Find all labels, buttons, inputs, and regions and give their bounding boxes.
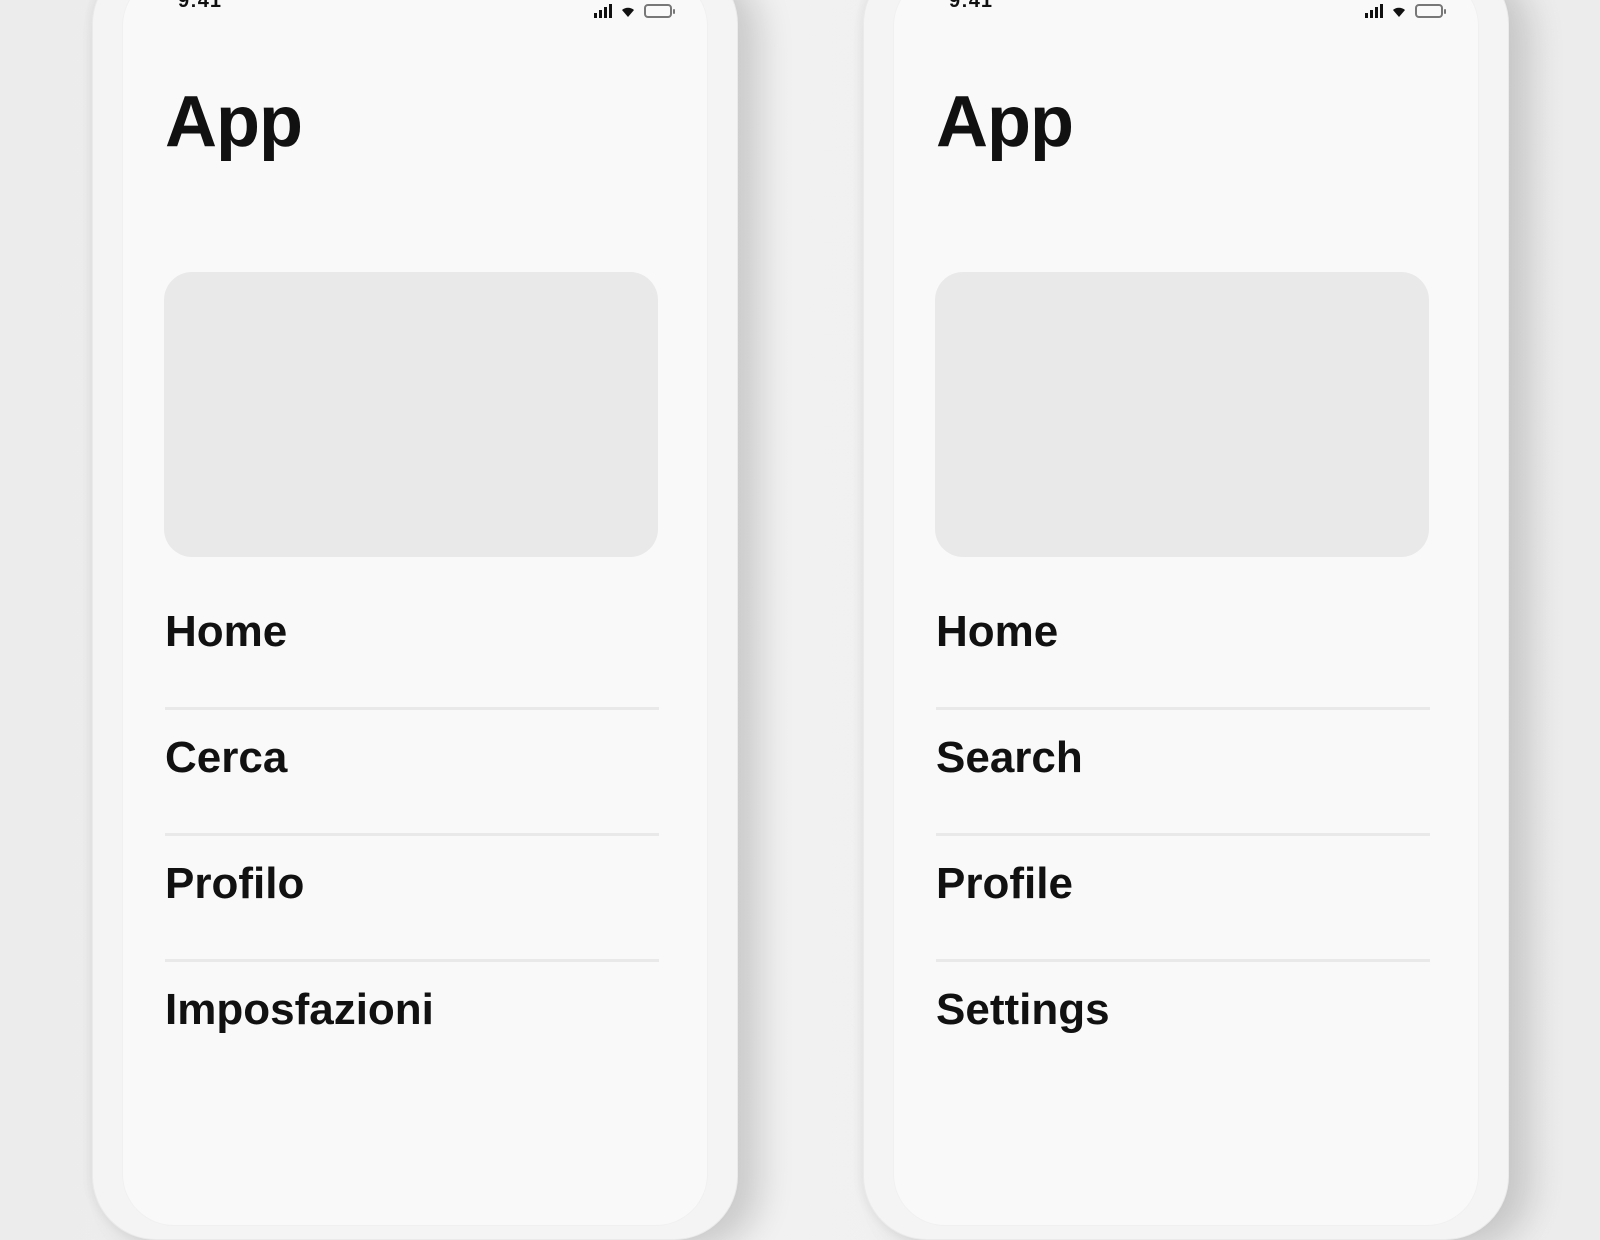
- menu-item-label: Profilo: [165, 859, 305, 908]
- battery-icon: [644, 4, 675, 18]
- phone-screen: 9:41 App Home Search Profile Settings: [893, 0, 1479, 1226]
- signal-icon: [1365, 4, 1383, 18]
- signal-icon: [594, 4, 612, 18]
- status-bar: 9:41: [893, 0, 1479, 18]
- status-time: 9:41: [949, 0, 994, 12]
- menu-item-label: Home: [165, 607, 288, 656]
- menu-item-profile[interactable]: Profile: [936, 836, 1430, 962]
- wifi-icon: [1391, 6, 1407, 18]
- menu-list: Home Search Profile Settings: [936, 584, 1430, 1088]
- menu-item-label: Settings: [936, 985, 1110, 1034]
- phone-mockup-italian: 9:41 App Home Cerca Profilo Imposfazioni: [92, 0, 738, 1240]
- menu-item-label: Search: [936, 733, 1083, 782]
- status-icons: [1365, 4, 1446, 18]
- app-title: App: [936, 82, 1074, 162]
- menu-item-profile[interactable]: Profilo: [165, 836, 659, 962]
- menu-list: Home Cerca Profilo Imposfazioni: [165, 584, 659, 1088]
- menu-item-label: Home: [936, 607, 1059, 656]
- menu-item-search[interactable]: Search: [936, 710, 1430, 836]
- battery-icon: [1415, 4, 1446, 18]
- menu-item-settings[interactable]: Settings: [936, 962, 1430, 1088]
- hero-card-placeholder: [935, 272, 1429, 557]
- menu-item-home[interactable]: Home: [936, 584, 1430, 710]
- menu-item-label: Cerca: [165, 733, 288, 782]
- status-bar: 9:41: [122, 0, 708, 18]
- phone-mockup-english: 9:41 App Home Search Profile Settings: [863, 0, 1509, 1240]
- menu-item-search[interactable]: Cerca: [165, 710, 659, 836]
- menu-item-home[interactable]: Home: [165, 584, 659, 710]
- menu-item-label: Imposfazioni: [165, 985, 434, 1034]
- wifi-icon: [620, 6, 636, 18]
- status-time: 9:41: [178, 0, 223, 12]
- status-icons: [594, 4, 675, 18]
- menu-item-label: Profile: [936, 859, 1073, 908]
- phone-screen: 9:41 App Home Cerca Profilo Imposfazioni: [122, 0, 708, 1226]
- menu-item-settings[interactable]: Imposfazioni: [165, 962, 659, 1088]
- app-title: App: [165, 82, 303, 162]
- hero-card-placeholder: [164, 272, 658, 557]
